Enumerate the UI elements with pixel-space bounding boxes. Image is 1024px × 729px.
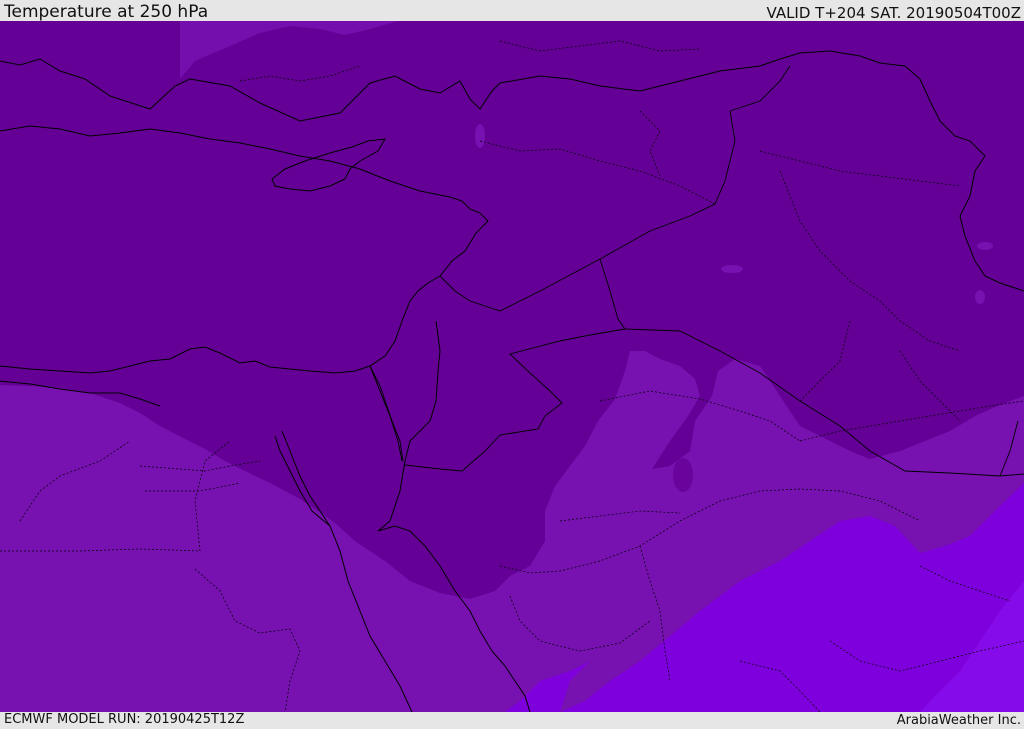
field-patch (977, 242, 993, 250)
field-patch (975, 290, 985, 304)
valid-time: VALID T+204 SAT. 20190504T00Z (766, 4, 1021, 22)
page: Temperature at 250 hPa VALID T+204 SAT. … (0, 0, 1024, 729)
field-patch (673, 458, 693, 492)
header-bar: Temperature at 250 hPa VALID T+204 SAT. … (0, 0, 1024, 22)
map-title: Temperature at 250 hPa (4, 2, 209, 22)
field-patch (475, 124, 485, 148)
footer-bar: ECMWF MODEL RUN: 20190425T12Z ArabiaWeat… (0, 712, 1024, 729)
credit: ArabiaWeather Inc. (896, 713, 1021, 728)
field-patch (721, 265, 743, 273)
model-run: ECMWF MODEL RUN: 20190425T12Z (4, 712, 245, 727)
temperature-map (0, 21, 1024, 712)
